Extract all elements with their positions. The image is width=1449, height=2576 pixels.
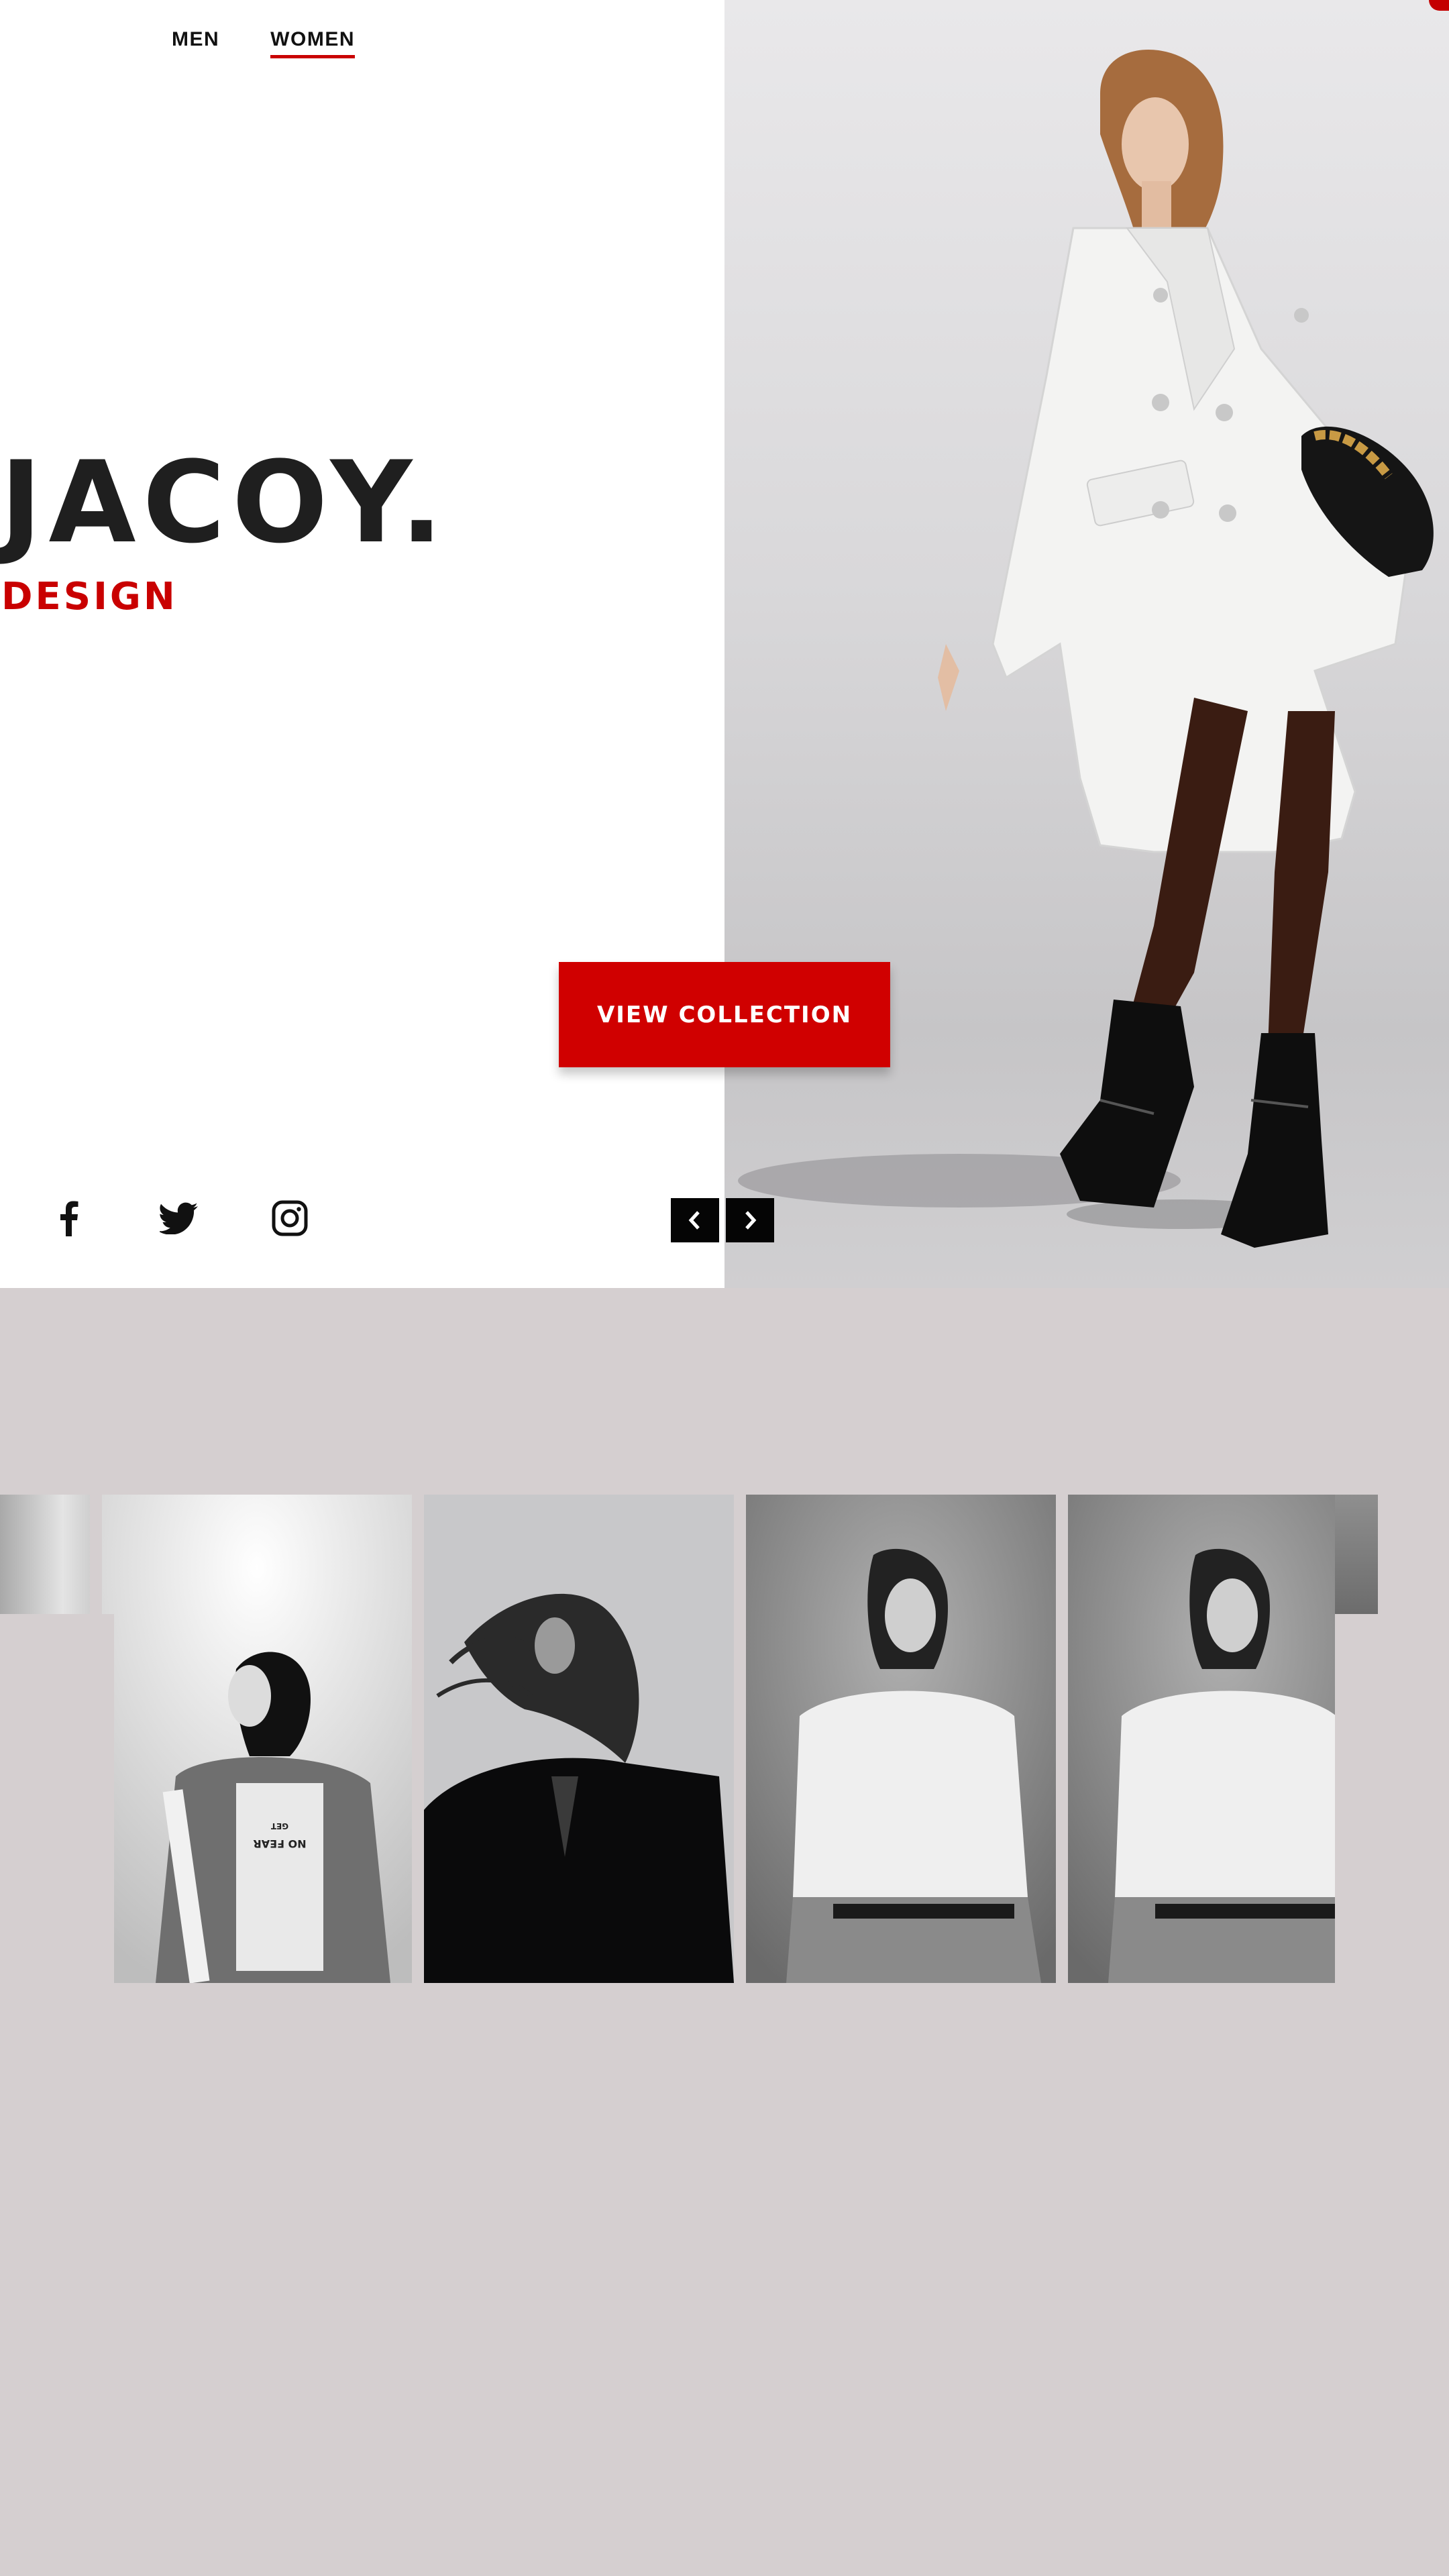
hero-section: MEN WOMEN JACOY. DESIGN VIEW COLLECTION (0, 0, 1449, 1288)
facebook-icon[interactable] (48, 1198, 89, 1238)
card-text-line1: NO FEAR (253, 1837, 306, 1850)
gallery-image-white-shirt[interactable] (746, 1495, 1056, 1983)
gallery-image-hair-blowing[interactable] (424, 1495, 734, 1983)
gallery-mask (1335, 1614, 1378, 1983)
hero-left-panel (0, 0, 724, 1288)
instagram-icon[interactable] (270, 1198, 310, 1238)
brand-subtitle: DESIGN (1, 575, 178, 619)
hero-image-panel (724, 0, 1449, 1288)
nav-link-men[interactable]: MEN (172, 28, 219, 58)
gallery-image-denim-jacket[interactable]: NO FEAR GET (102, 1495, 412, 1983)
card-text-line2: GET (270, 1821, 288, 1831)
gallery-image-partial[interactable] (0, 1495, 90, 1614)
social-links (48, 1198, 310, 1238)
hero-model-image (738, 50, 1434, 1248)
nav-link-women[interactable]: WOMEN (270, 28, 355, 58)
gallery-image-edge (1335, 1495, 1378, 1614)
top-nav: MEN WOMEN (172, 28, 355, 58)
brand-title: JACOY. (0, 437, 450, 568)
twitter-icon[interactable] (156, 1198, 203, 1238)
chevron-right-icon[interactable] (726, 1198, 774, 1242)
chevron-left-icon[interactable] (671, 1198, 719, 1242)
slider-controls (671, 1198, 774, 1242)
view-collection-button[interactable]: VIEW COLLECTION (559, 962, 890, 1067)
gallery-image-white-shirt-repeat[interactable] (1068, 1495, 1335, 1983)
